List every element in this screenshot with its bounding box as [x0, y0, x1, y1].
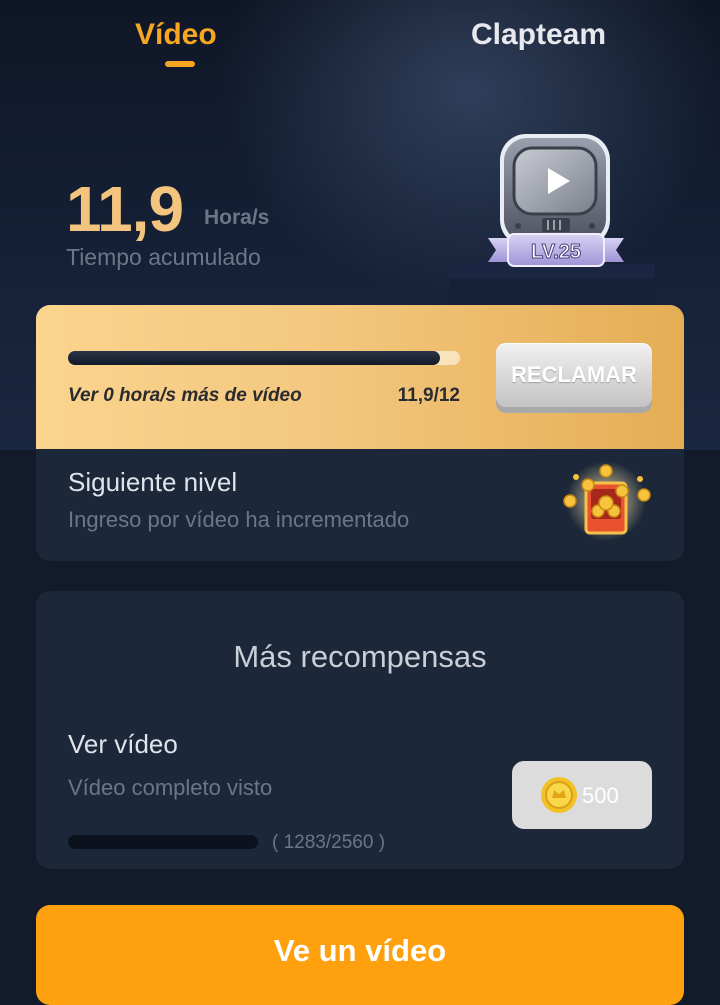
- coin-icon: [541, 777, 577, 813]
- watch-video-button[interactable]: Ve un vídeo: [36, 905, 684, 1005]
- watch-video-task-subtitle: Vídeo completo visto: [68, 775, 273, 800]
- watch-video-task-title: Ver vídeo: [68, 729, 178, 759]
- watch-video-progress-bar: [68, 835, 258, 849]
- accumulated-hours-unit: Hora/s: [204, 206, 270, 229]
- more-rewards-card: Más recompensas Ver vídeo Vídeo completo…: [36, 591, 684, 869]
- level-progress-count: 11,9/12: [397, 385, 460, 406]
- level-progress-label: Ver 0 hora/s más de vídeo: [68, 385, 302, 406]
- level-progress-bar: [68, 351, 460, 365]
- tab-video[interactable]: Vídeo: [135, 18, 217, 52]
- level-progress-fill: [68, 351, 441, 365]
- next-level-title: Siguiente nivel: [68, 467, 238, 497]
- tab-clapteam[interactable]: Clapteam: [471, 18, 606, 52]
- more-rewards-title: Más recompensas: [233, 639, 487, 674]
- level-progress-header: Ver 0 hora/s más de vídeo 11,9/12 RECLAM…: [36, 305, 684, 449]
- tab-active-indicator: [165, 61, 195, 67]
- accumulated-hours-label: Tiempo acumulado: [66, 244, 261, 270]
- reward-coins-button[interactable]: 500: [512, 761, 652, 829]
- level-progress-card: Ver 0 hora/s más de vídeo 11,9/12 RECLAM…: [36, 305, 684, 561]
- level-badge-text: LV.25: [531, 241, 581, 263]
- level-tv-icon: LV.25: [488, 134, 624, 267]
- claim-button[interactable]: RECLAMAR: [496, 343, 652, 407]
- watch-video-progress-count: ( 1283/2560 ): [272, 832, 386, 853]
- treasure-chest-icon: [563, 461, 651, 541]
- reward-coins-value: 500: [582, 783, 619, 808]
- accumulated-hours-value: 11,9: [66, 173, 184, 245]
- next-level-subtitle: Ingreso por vídeo ha incrementado: [68, 507, 410, 532]
